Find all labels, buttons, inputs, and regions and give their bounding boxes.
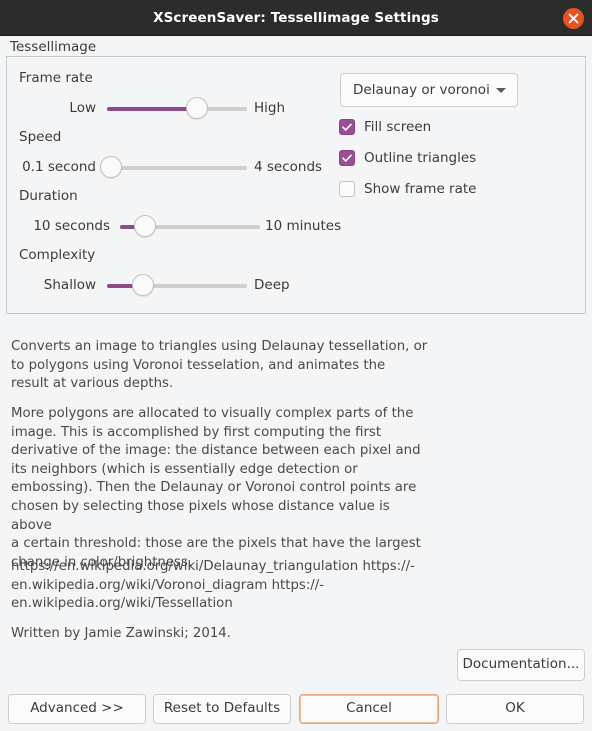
reset-to-defaults-button[interactable]: Reset to Defaults: [153, 694, 291, 724]
slider-handle[interactable]: [185, 97, 208, 119]
slider-handle[interactable]: [132, 274, 155, 296]
slider-row-speed: 0.1 second 4 seconds: [0, 155, 330, 181]
tessellimage-settings-window: XScreenSaver: Tessellimage Settings Tess…: [0, 0, 592, 731]
slider-track: [107, 166, 247, 170]
close-icon[interactable]: [563, 8, 584, 29]
checkbox-fill-screen[interactable]: [339, 119, 355, 135]
slider-min-label-duration: 10 seconds: [33, 218, 110, 234]
slider-title-duration: Duration: [19, 188, 78, 204]
window-title: XScreenSaver: Tessellimage Settings: [153, 10, 439, 26]
slider-max-label-duration: 10 minutes: [265, 218, 342, 234]
description-paragraph-2: More polygons are allocated to visually …: [11, 406, 421, 570]
checkbox-outline-triangles[interactable]: [339, 150, 355, 166]
documentation-button[interactable]: Documentation...: [457, 649, 585, 681]
slider-handle[interactable]: [134, 215, 157, 237]
slider-max-label-complexity: Deep: [254, 277, 290, 293]
slider-handle[interactable]: [100, 156, 123, 178]
title-bar: XScreenSaver: Tessellimage Settings: [0, 0, 592, 36]
slider-title-frame-rate: Frame rate: [19, 70, 93, 86]
slider-title-complexity: Complexity: [19, 247, 96, 263]
slider-fill: [107, 107, 197, 111]
description-links: https://en.wikipedia.org/wiki/Delaunay_t…: [11, 559, 415, 612]
slider-row-complexity: Shallow Deep: [0, 273, 330, 299]
description-credit: Written by Jamie Zawinski; 2014.: [11, 626, 231, 641]
checkbox-label-fill-screen: Fill screen: [364, 119, 432, 135]
advanced-button[interactable]: Advanced >>: [8, 694, 146, 724]
slider-row-duration: 10 seconds 10 minutes: [0, 214, 342, 240]
slider-min-label-speed: 0.1 second: [22, 159, 96, 175]
slider-min-label-complexity: Shallow: [43, 277, 96, 293]
checkbox-show-frame-rate[interactable]: [339, 181, 355, 197]
slider-complexity[interactable]: [107, 273, 247, 299]
checkbox-label-outline-triangles: Outline triangles: [364, 150, 477, 166]
slider-frame-rate[interactable]: [107, 96, 247, 122]
checkbox-label-show-frame-rate: Show frame rate: [364, 181, 477, 197]
chevron-down-icon: [496, 88, 506, 93]
slider-duration[interactable]: [120, 214, 260, 240]
ok-button[interactable]: OK: [446, 694, 584, 724]
slider-speed[interactable]: [100, 155, 247, 181]
tessellation-mode-dropdown[interactable]: Delaunay or voronoi: [340, 73, 518, 107]
slider-max-label-speed: 4 seconds: [254, 159, 323, 175]
cancel-button[interactable]: Cancel: [299, 694, 439, 724]
group-label: Tessellimage: [10, 39, 97, 55]
slider-min-label-frame-rate: Low: [69, 100, 96, 116]
slider-title-speed: Speed: [19, 129, 62, 145]
tessellation-mode-value: Delaunay or voronoi: [353, 82, 490, 98]
slider-row-frame-rate: Low High: [0, 96, 330, 122]
slider-max-label-frame-rate: High: [254, 100, 286, 116]
description-paragraph-1: Converts an image to triangles using Del…: [11, 339, 428, 392]
